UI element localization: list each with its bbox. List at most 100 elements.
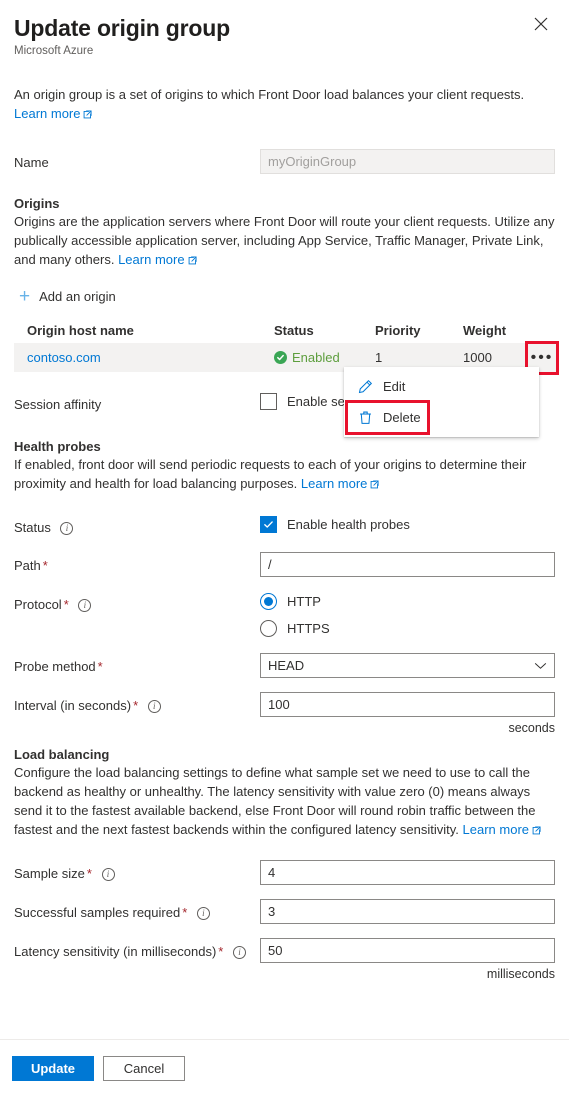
info-icon[interactable]: i — [147, 700, 161, 713]
panel-header: Update origin group Microsoft Azure — [0, 0, 569, 57]
latency-sensitivity-label-text: Latency sensitivity (in milliseconds) — [14, 944, 217, 959]
load-balancing-section: Load balancing Configure the load balanc… — [14, 747, 555, 840]
session-affinity-checkbox[interactable] — [260, 393, 277, 410]
info-icon[interactable]: i — [101, 868, 115, 881]
intro-text: An origin group is a set of origins to w… — [14, 85, 555, 124]
name-row: Name — [14, 149, 555, 174]
plus-icon: + — [19, 285, 31, 307]
radio-https-icon — [260, 620, 277, 637]
health-probe-status-label: Status i — [14, 514, 260, 536]
interval-unit-label: seconds — [508, 721, 555, 735]
column-header-status: Status — [274, 322, 314, 338]
context-menu-edit-label: Edit — [383, 379, 406, 394]
sample-size-input[interactable] — [260, 860, 555, 885]
origin-row-context-menu: Edit Delete — [344, 367, 539, 437]
health-probe-status-row: Status i Enable health probes — [14, 514, 555, 536]
enable-health-probes-label: Enable health probes — [287, 517, 410, 532]
protocol-radio-https[interactable]: HTTPS — [260, 620, 555, 637]
chevron-down-icon — [534, 662, 547, 670]
interval-input[interactable] — [260, 692, 555, 717]
add-an-origin-label: Add an origin — [39, 289, 116, 304]
interval-row: Interval (in seconds)* i seconds — [14, 692, 555, 735]
required-asterisk: * — [218, 944, 224, 959]
health-probes-description-text: If enabled, front door will send periodi… — [14, 457, 527, 491]
probe-method-select[interactable]: HEAD — [260, 653, 555, 678]
path-label-text: Path — [14, 558, 41, 573]
probe-method-label-text: Probe method — [14, 659, 96, 674]
origins-section: Origins Origins are the application serv… — [14, 196, 555, 270]
close-icon — [534, 17, 548, 31]
enable-health-probes-checkbox[interactable] — [260, 516, 277, 533]
session-affinity-label: Session affinity — [14, 397, 102, 412]
successful-samples-row: Successful samples required * i — [14, 899, 555, 924]
update-button[interactable]: Update — [12, 1056, 94, 1081]
external-link-icon — [370, 475, 379, 494]
successful-samples-label-text: Successful samples required — [14, 905, 181, 920]
origins-section-title: Origins — [14, 196, 60, 211]
status-enabled-check-icon — [274, 351, 287, 364]
interval-label: Interval (in seconds) * i — [14, 692, 260, 714]
name-label: Name — [14, 155, 49, 170]
interval-label-text: Interval (in seconds) — [14, 698, 132, 713]
origins-learn-more-link[interactable]: Learn more — [118, 252, 184, 267]
load-balancing-title: Load balancing — [14, 747, 110, 762]
health-probes-description: If enabled, front door will send periodi… — [14, 455, 555, 494]
radio-http-icon — [260, 593, 277, 610]
info-icon[interactable]: i — [78, 599, 92, 612]
origin-status-cell: Enabled — [274, 350, 375, 365]
origins-description-text: Origins are the application servers wher… — [14, 214, 555, 267]
column-header-origin-host-name: Origin host name — [27, 322, 134, 338]
table-header-row: Origin host name Status Priority Weight — [14, 317, 555, 343]
origins-section-description: Origins are the application servers wher… — [14, 212, 555, 270]
sample-size-label-text: Sample size — [14, 866, 85, 881]
probe-method-selected-value: HEAD — [268, 658, 305, 673]
successful-samples-label: Successful samples required * i — [14, 899, 260, 921]
context-menu-item-edit[interactable]: Edit — [344, 371, 539, 402]
edit-pencil-icon — [357, 379, 373, 394]
intro-description: An origin group is a set of origins to w… — [14, 87, 525, 102]
path-input[interactable] — [260, 552, 555, 577]
protocol-option-http-label: HTTP — [287, 594, 321, 609]
add-an-origin-button[interactable]: + Add an origin — [19, 285, 116, 307]
status-label-text: Status — [14, 520, 51, 535]
origin-weight-cell: 1000 — [463, 350, 492, 365]
update-origin-group-panel: Update origin group Microsoft Azure An o… — [0, 0, 569, 1097]
ellipsis-icon: ••• — [530, 348, 554, 366]
health-probes-section: Health probes If enabled, front door wil… — [14, 439, 555, 494]
info-icon[interactable]: i — [232, 946, 246, 959]
page-subtitle: Microsoft Azure — [14, 45, 94, 57]
required-asterisk: * — [63, 597, 69, 612]
info-icon[interactable]: i — [196, 907, 210, 920]
required-asterisk: * — [133, 698, 139, 713]
external-link-icon — [83, 105, 93, 124]
load-balancing-description: Configure the load balancing settings to… — [14, 763, 555, 840]
column-header-weight: Weight — [463, 322, 507, 338]
cancel-button[interactable]: Cancel — [103, 1056, 185, 1081]
load-balancing-learn-more-link[interactable]: Learn more — [463, 822, 529, 837]
page-title: Update origin group — [14, 15, 230, 41]
context-menu-item-delete[interactable]: Delete — [344, 402, 539, 433]
name-input — [260, 149, 555, 174]
protocol-radio-http[interactable]: HTTP — [260, 593, 555, 610]
required-asterisk: * — [42, 558, 48, 573]
sample-size-label: Sample size * i — [14, 860, 260, 882]
close-button[interactable] — [527, 10, 555, 38]
successful-samples-input[interactable] — [260, 899, 555, 924]
protocol-option-https-label: HTTPS — [287, 621, 330, 636]
latency-sensitivity-row: Latency sensitivity (in milliseconds) * i… — [14, 938, 555, 981]
latency-sensitivity-input[interactable] — [260, 938, 555, 963]
external-link-icon — [188, 251, 197, 270]
load-balancing-description-text: Configure the load balancing settings to… — [14, 765, 536, 837]
origin-priority-cell: 1 — [375, 350, 383, 365]
origin-host-name-cell[interactable]: contoso.com — [27, 350, 274, 365]
info-icon[interactable]: i — [60, 522, 74, 535]
origins-table: Origin host name Status Priority Weight … — [14, 317, 559, 375]
panel-footer: Update Cancel — [0, 1039, 569, 1097]
required-asterisk: * — [86, 866, 92, 881]
health-probes-learn-more-link[interactable]: Learn more — [301, 476, 367, 491]
intro-learn-more-link[interactable]: Learn more — [14, 106, 80, 121]
sample-size-row: Sample size * i — [14, 860, 555, 885]
protocol-row: Protocol * i HTTP HTTPS — [14, 591, 555, 637]
required-asterisk: * — [182, 905, 188, 920]
trash-delete-icon — [357, 410, 373, 425]
